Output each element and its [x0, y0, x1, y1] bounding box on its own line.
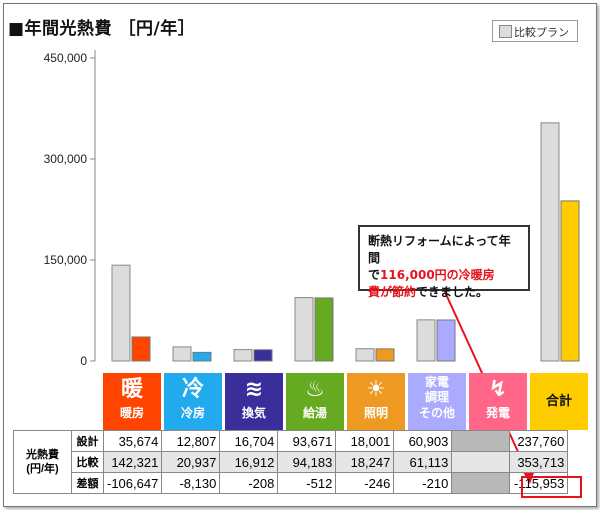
table-cell: 142,321 — [102, 451, 163, 473]
table-row: 差額 -106,647 -8,130 -208 -512 -246 -210 -115,953 — [14, 472, 569, 494]
table-cell: 60,903 — [393, 430, 453, 452]
row-header: 比較 — [71, 451, 104, 473]
bar-design-7 — [560, 200, 580, 362]
row-header: 差額 — [71, 472, 104, 494]
table-cell: 18,247 — [335, 451, 395, 473]
table-cell: 61,113 — [393, 451, 453, 473]
table-cell: 16,912 — [219, 451, 279, 473]
table-cell: -210 — [393, 472, 453, 494]
bar-comparison-4 — [355, 348, 375, 362]
table-cell: 35,674 — [102, 430, 163, 452]
category-label: 暖房 — [119, 406, 144, 420]
table-cell: 20,937 — [161, 451, 221, 473]
bar-comparison-1 — [172, 346, 192, 362]
table-row: 比較 142,321 20,937 16,912 94,183 18,247 61,113 3… — [14, 451, 569, 473]
table-cell: -246 — [335, 472, 395, 494]
bar-comparison-5 — [416, 319, 436, 362]
row-header: 設計 — [71, 430, 104, 452]
bulb-icon: ☀ — [366, 377, 386, 402]
category-6: 家電 調理 その他 — [408, 373, 466, 430]
category-label: 換気 — [241, 406, 266, 420]
callout-box: 断熱リフォームによって年間 で116,000円の冷暖房 費が節約できました。 — [358, 225, 530, 299]
highlight-total-diff — [521, 476, 582, 498]
table-cell — [451, 451, 511, 473]
table-cell: -512 — [277, 472, 337, 494]
category-3: ≋ 換気 — [225, 373, 283, 430]
callout-line2: で116,000円の冷暖房 — [368, 267, 520, 284]
appliance-icon: 家電 調理 — [424, 375, 449, 404]
category-1: 暖暖房 — [103, 373, 161, 430]
table-cell: -106,647 — [102, 472, 163, 494]
y-tick-label: 450,000 — [44, 51, 88, 65]
lightning-icon: ↯ — [488, 377, 508, 402]
callout-line3: 費が節約できました。 — [368, 284, 520, 301]
callout-highlight-saving: 費が節約 — [368, 285, 417, 299]
y-tick-label: 300,000 — [44, 152, 88, 166]
category-5: ☀ 照明 — [347, 373, 405, 430]
wave-icon: ≋ — [244, 377, 264, 402]
category-label: 発電 — [485, 406, 510, 420]
table-row: 光熱費 (円/年) 設計 35,674 12,807 16,704 93,671 18,001… — [13, 430, 569, 494]
data-table: 光熱費 (円/年) 設計 35,674 12,807 16,704 93,671 18,001… — [13, 430, 569, 494]
table-cell: 94,183 — [277, 451, 337, 473]
bar-design-2 — [253, 349, 273, 362]
category-4: ♨ 給湯 — [286, 373, 344, 430]
table-cell — [451, 472, 511, 494]
category-2: 冷冷房 — [164, 373, 222, 430]
category-7: ↯ 発電 — [469, 373, 527, 430]
bar-design-0 — [131, 336, 151, 362]
callout-line1: 断熱リフォームによって年間 — [368, 234, 511, 265]
bar-design-5 — [436, 319, 456, 362]
table-cell: -8,130 — [161, 472, 221, 494]
bar-comparison-3 — [294, 297, 314, 362]
bar-design-3 — [314, 297, 334, 362]
category-label: 合計 — [545, 394, 572, 409]
category-label: その他 — [418, 406, 455, 420]
table-cell: -208 — [219, 472, 279, 494]
bar-design-1 — [192, 351, 212, 362]
category-label: 照明 — [363, 406, 388, 420]
callout-line3-suffix: できました。 — [416, 285, 489, 299]
table-cell — [451, 430, 511, 452]
table-cell: 18,001 — [335, 430, 395, 452]
house-icon: 冷 — [181, 377, 204, 402]
y-tick-label: 0 — [80, 354, 87, 368]
category-label: 冷房 — [180, 406, 205, 420]
category-8: 合計 — [530, 373, 588, 430]
pot-icon: ♨ — [305, 377, 325, 402]
table-cell: 16,704 — [219, 430, 279, 452]
callout-line2-prefix: で — [368, 268, 381, 282]
house-icon: 暖 — [120, 377, 143, 402]
callout-highlight-amount: 116,000円の冷暖房 — [380, 268, 495, 282]
table-cell: 353,713 — [509, 451, 569, 473]
table-cell: 12,807 — [161, 430, 221, 452]
bar-design-4 — [375, 348, 395, 362]
bar-comparison-7 — [540, 122, 560, 362]
bar-comparison-2 — [233, 349, 253, 362]
y-tick-label: 150,000 — [44, 253, 88, 267]
table-cell: 237,760 — [509, 430, 569, 452]
bar-comparison-0 — [111, 264, 131, 362]
row-group-label: 光熱費 (円/年) — [13, 430, 72, 494]
table-cell: 93,671 — [277, 430, 337, 452]
category-label: 給湯 — [302, 406, 327, 420]
